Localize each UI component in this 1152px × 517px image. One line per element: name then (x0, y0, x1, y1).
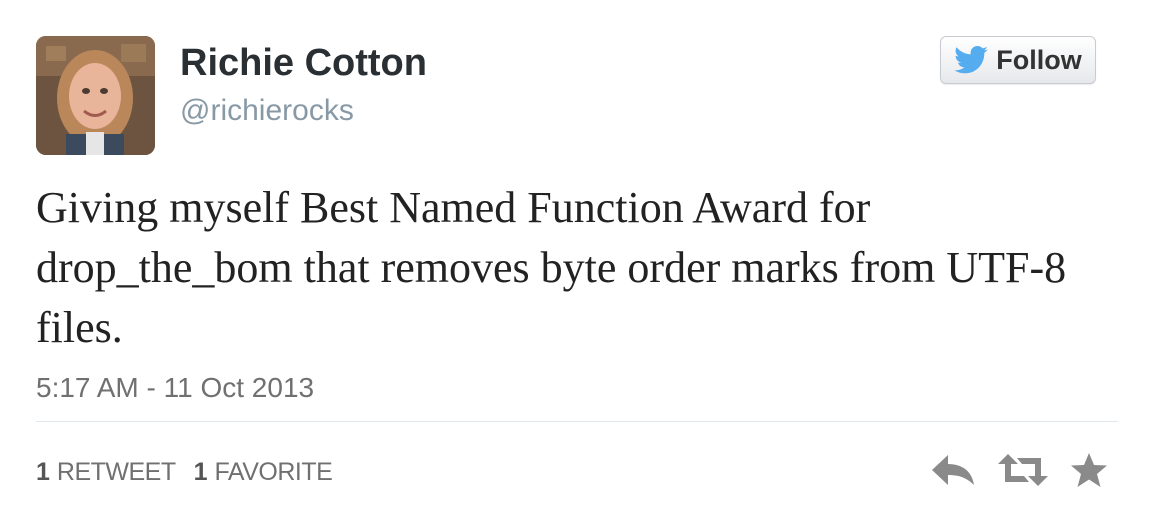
retweet-stat[interactable]: 1 RETWEET (36, 458, 176, 487)
retweet-count: 1 (36, 458, 50, 486)
tweet-actions (930, 452, 1108, 488)
tweet-stats: 1 RETWEET 1 FAVORITE (36, 458, 333, 487)
user-name[interactable]: Richie Cotton (180, 42, 427, 85)
tweet-text: Giving myself Best Named Function Award … (36, 183, 1067, 352)
avatar[interactable] (36, 36, 155, 155)
favorite-label: FAVORITE (214, 458, 333, 486)
star-icon[interactable] (1070, 452, 1108, 488)
tweet-timestamp[interactable]: 5:17 AM - 11 Oct 2013 (36, 372, 314, 404)
tweet-card: Richie Cotton @richierocks Follow Giving… (0, 0, 1152, 517)
follow-label: Follow (996, 44, 1082, 75)
follow-button[interactable]: Follow (940, 36, 1096, 84)
favorite-count: 1 (193, 458, 208, 486)
favorite-stat[interactable]: 1 FAVORITE (194, 458, 333, 487)
retweet-label: RETWEET (56, 458, 176, 486)
twitter-bird-icon (954, 46, 989, 74)
retweet-icon[interactable] (998, 452, 1048, 488)
avatar-image (36, 36, 155, 155)
divider (36, 421, 1118, 422)
reply-icon[interactable] (930, 453, 976, 487)
user-handle[interactable]: @richierocks (180, 94, 354, 128)
